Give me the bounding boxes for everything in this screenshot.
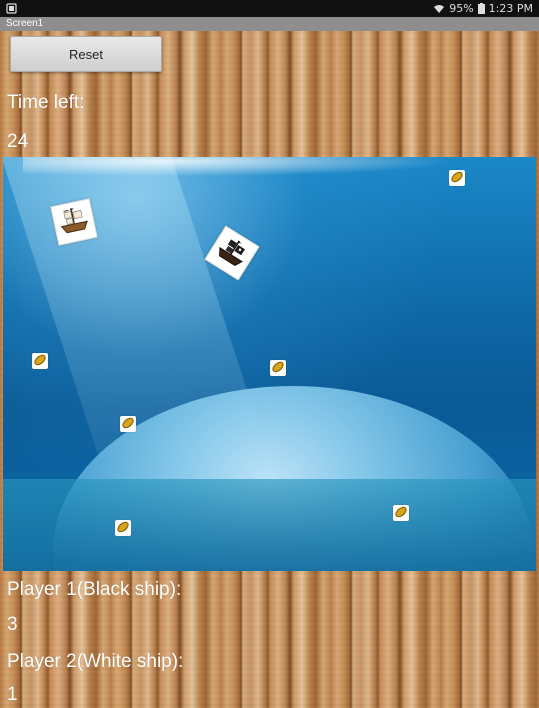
black-ship-sprite[interactable] <box>204 225 260 281</box>
coin-sprite[interactable] <box>115 520 131 536</box>
coin-sprite[interactable] <box>120 416 136 432</box>
coin-sprite[interactable] <box>393 505 409 521</box>
sea-floor <box>3 479 536 571</box>
gold-coin-icon <box>33 352 47 371</box>
battery-icon <box>477 3 485 14</box>
player2-score: 1 <box>7 684 18 705</box>
gold-coin-icon <box>450 169 464 188</box>
coin-sprite[interactable] <box>32 353 48 369</box>
status-time: 1:23 PM <box>488 2 533 15</box>
gold-coin-icon <box>116 519 130 538</box>
notification-icon <box>6 3 17 14</box>
player2-label: Player 2(White ship): <box>7 651 184 672</box>
water-surface <box>23 157 503 179</box>
reset-button[interactable]: Reset <box>10 36 162 72</box>
coin-sprite[interactable] <box>449 170 465 186</box>
pirate-ship-black-icon <box>210 231 254 275</box>
player1-score: 3 <box>7 614 18 635</box>
gold-coin-icon <box>121 415 135 434</box>
time-left-value: 24 <box>7 131 29 152</box>
pirate-ship-white-icon <box>55 203 93 241</box>
gold-coin-icon <box>271 359 285 378</box>
time-left-label: Time left: <box>7 92 85 113</box>
white-ship-sprite[interactable] <box>50 198 98 246</box>
battery-percent: 95% <box>449 2 474 15</box>
coin-sprite[interactable] <box>270 360 286 376</box>
screen-title: Screen1 <box>0 17 539 31</box>
game-canvas[interactable] <box>3 157 536 571</box>
gold-coin-icon <box>394 504 408 523</box>
wifi-icon <box>433 4 445 14</box>
status-bar: 95% 1:23 PM <box>0 0 539 17</box>
player1-label: Player 1(Black ship): <box>7 579 182 600</box>
